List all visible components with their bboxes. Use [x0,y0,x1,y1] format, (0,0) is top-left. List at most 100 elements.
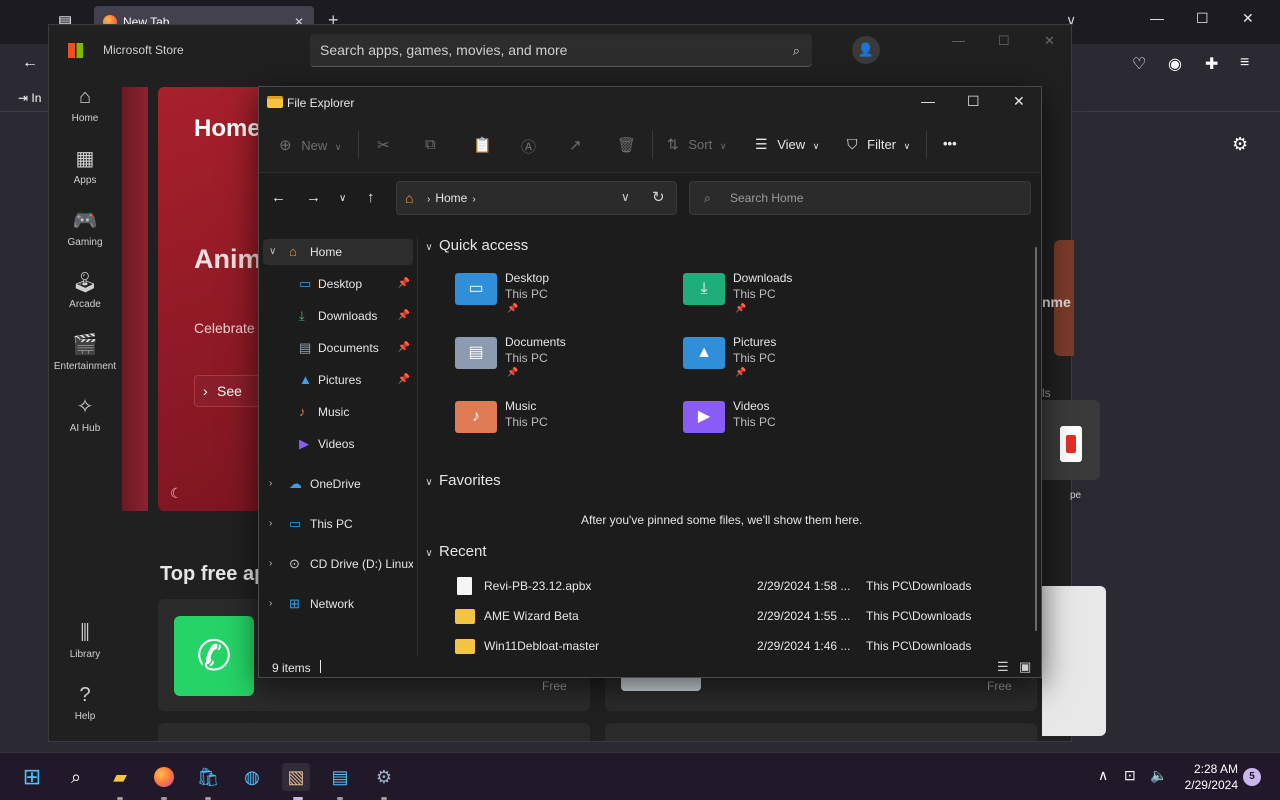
nav-gaming[interactable]: 🎮 Gaming [49,209,121,248]
recent-header[interactable]: ∨ Recent [419,543,486,560]
sidebar-item-videos[interactable]: ▶ Videos [263,431,413,457]
filter-button[interactable]: ⛉ Filter ∨ [847,136,910,153]
store-maximize-button[interactable]: ☐ [998,33,1010,49]
address-dropdown-icon[interactable]: ∨ [621,190,630,204]
extensions-icon[interactable]: ✚ [1205,54,1218,74]
explorer-maximize-button[interactable]: ☐ [967,93,980,110]
explorer-search-input[interactable]: ⌕ Search Home [689,181,1031,215]
start-icon[interactable]: ⊞ [18,763,46,791]
settings-taskbar-icon[interactable]: ⚙ [370,763,398,791]
view-button[interactable]: ☰ View ∨ [755,136,819,153]
network-icon[interactable]: ⊡ [1124,767,1136,784]
details-view-icon[interactable]: ☰ [997,659,1009,675]
address-bar[interactable]: ⌂ › Home › ∨ ↻ [396,181,677,215]
chevron-right-icon[interactable]: › [472,194,475,205]
browser-minimize-button[interactable]: — [1150,10,1164,26]
sort-button[interactable]: ⇅ Sort ∨ [667,136,726,153]
store-app-tile-partial[interactable] [1042,400,1100,480]
nav-apps[interactable]: ▦ Apps [49,147,121,186]
explorer-minimize-button[interactable]: — [921,93,935,109]
expand-chevron-icon[interactable]: › [269,551,272,577]
settings-gear-icon[interactable]: ⚙ [1232,134,1248,155]
account-icon[interactable]: ◉ [1168,54,1182,74]
nav-home[interactable]: ⌂ Home [49,85,121,124]
nav-arcade[interactable]: 🕹 Arcade [49,271,121,310]
sidebar-item-cd-drive[interactable]: › ⊙ CD Drive (D:) Linux L [263,551,413,577]
firefox-taskbar-icon[interactable] [150,763,178,791]
sidebar-item-music[interactable]: ♪ Music [263,399,413,425]
sidebar-item-pictures[interactable]: ▲ Pictures 📌 [263,367,413,393]
sidebar-item-home[interactable]: ∨ ⌂ Home [263,239,413,265]
cut-icon[interactable]: ✂ [377,136,390,154]
share-icon[interactable]: ↗ [569,136,582,154]
back-arrow-icon[interactable]: ← [271,189,286,206]
sidebar-item-onedrive[interactable]: › ☁ OneDrive [263,471,413,497]
quick-access-item-documents[interactable]: ▤ Documents This PC 📌 [455,335,665,391]
quick-access-header[interactable]: ∨ Quick access [419,237,528,254]
nav-help[interactable]: ? Help [49,683,121,722]
breadcrumb-home[interactable]: Home [435,191,467,205]
pocket-icon[interactable]: ♡ [1132,54,1146,74]
store-minimize-button[interactable]: — [952,33,965,48]
more-options-button[interactable]: ••• [943,136,957,151]
file-explorer-taskbar-icon[interactable]: ▰ [106,763,134,791]
back-icon[interactable]: ← [22,54,38,72]
refresh-icon[interactable]: ↻ [652,188,665,206]
store-close-button[interactable]: ✕ [1044,33,1055,49]
app-card-3[interactable] [158,723,590,741]
tiles-view-icon[interactable]: ▣ [1019,659,1031,675]
expand-chevron-icon[interactable]: ∨ [269,239,276,265]
app-card-4[interactable] [605,723,1037,741]
hero-prev-card[interactable] [122,87,148,511]
system-clock[interactable]: 2:28 AM 2/29/2024 [1172,761,1238,793]
expand-chevron-icon[interactable]: › [269,511,272,537]
content-scrollbar[interactable] [1035,247,1037,631]
new-button[interactable]: ⊕ New ∨ [279,136,341,154]
quick-access-item-music[interactable]: ♪ Music This PC [455,399,665,455]
expand-chevron-icon[interactable]: › [269,471,272,497]
show-hidden-icons-icon[interactable]: ∧ [1098,767,1108,784]
pane-divider[interactable] [417,237,418,657]
sidebar-item-network[interactable]: › ⊞ Network [263,591,413,617]
expand-chevron-icon[interactable]: › [269,591,272,617]
store-see-all-link[interactable]: ls [1042,386,1051,400]
sidebar-item-documents[interactable]: ▤ Documents 📌 [263,335,413,361]
store-search-input[interactable]: Search apps, games, movies, and more ⌕ [310,34,812,67]
forward-arrow-icon[interactable]: → [306,189,321,206]
store-taskbar-icon[interactable]: 🛍 [194,763,222,791]
nav-ai-hub[interactable]: ✧ AI Hub [49,395,121,434]
quick-access-item-desktop[interactable]: ▭ Desktop This PC 📌 [455,271,665,327]
browser-maximize-button[interactable]: ☐ [1196,10,1209,27]
nav-library[interactable]: ⫼ Library [49,621,121,660]
store-promo-partial[interactable] [1042,586,1106,736]
rename-icon[interactable]: Ⓐ [521,136,536,157]
breadcrumb[interactable]: › Home › [427,191,476,205]
quick-access-item-downloads[interactable]: ⤓ Downloads This PC 📌 [683,271,893,327]
menu-icon[interactable]: ≡ [1240,54,1249,72]
up-arrow-icon[interactable]: ↑ [367,189,375,206]
sidebar-item-this-pc[interactable]: › ▭ This PC [263,511,413,537]
sidebar-item-desktop[interactable]: ▭ Desktop 📌 [263,271,413,297]
ame-wizard-taskbar-icon[interactable]: ▧ [282,763,310,791]
nav-entertainment[interactable]: 🎬 Entertainment [49,333,121,372]
search-icon[interactable]: ⌕ [793,34,800,67]
volume-icon[interactable]: 🔈 [1150,767,1167,784]
browser-close-button[interactable]: ✕ [1242,10,1254,27]
copy-icon[interactable]: ⧉ [425,136,436,153]
recent-file-row[interactable]: AME Wizard Beta 2/29/2024 1:55 ... This … [455,604,995,628]
quick-access-item-pictures[interactable]: ▲ Pictures This PC 📌 [683,335,893,391]
recent-locations-chevron-icon[interactable]: ∨ [339,193,346,204]
profile-icon[interactable]: 👤 [852,36,880,64]
notification-badge[interactable]: 5 [1243,768,1261,786]
delete-icon[interactable]: 🗑 [617,136,636,154]
explorer-close-button[interactable]: ✕ [1013,93,1025,110]
recent-file-row[interactable]: Revi-PB-23.12.apbx 2/29/2024 1:58 ... Th… [455,574,995,598]
edge-taskbar-icon[interactable]: ◍ [238,763,266,791]
top-free-apps-title[interactable]: Top free ap [160,563,266,586]
app-taskbar-icon[interactable]: ▤ [326,763,354,791]
sidebar-item-downloads[interactable]: ⤓ Downloads 📌 [263,303,413,329]
quick-access-item-videos[interactable]: ▶ Videos This PC [683,399,893,455]
favorites-header[interactable]: ∨ Favorites [419,472,500,489]
paste-icon[interactable]: 📋 [473,136,492,154]
search-icon[interactable]: ⌕ [62,763,90,791]
